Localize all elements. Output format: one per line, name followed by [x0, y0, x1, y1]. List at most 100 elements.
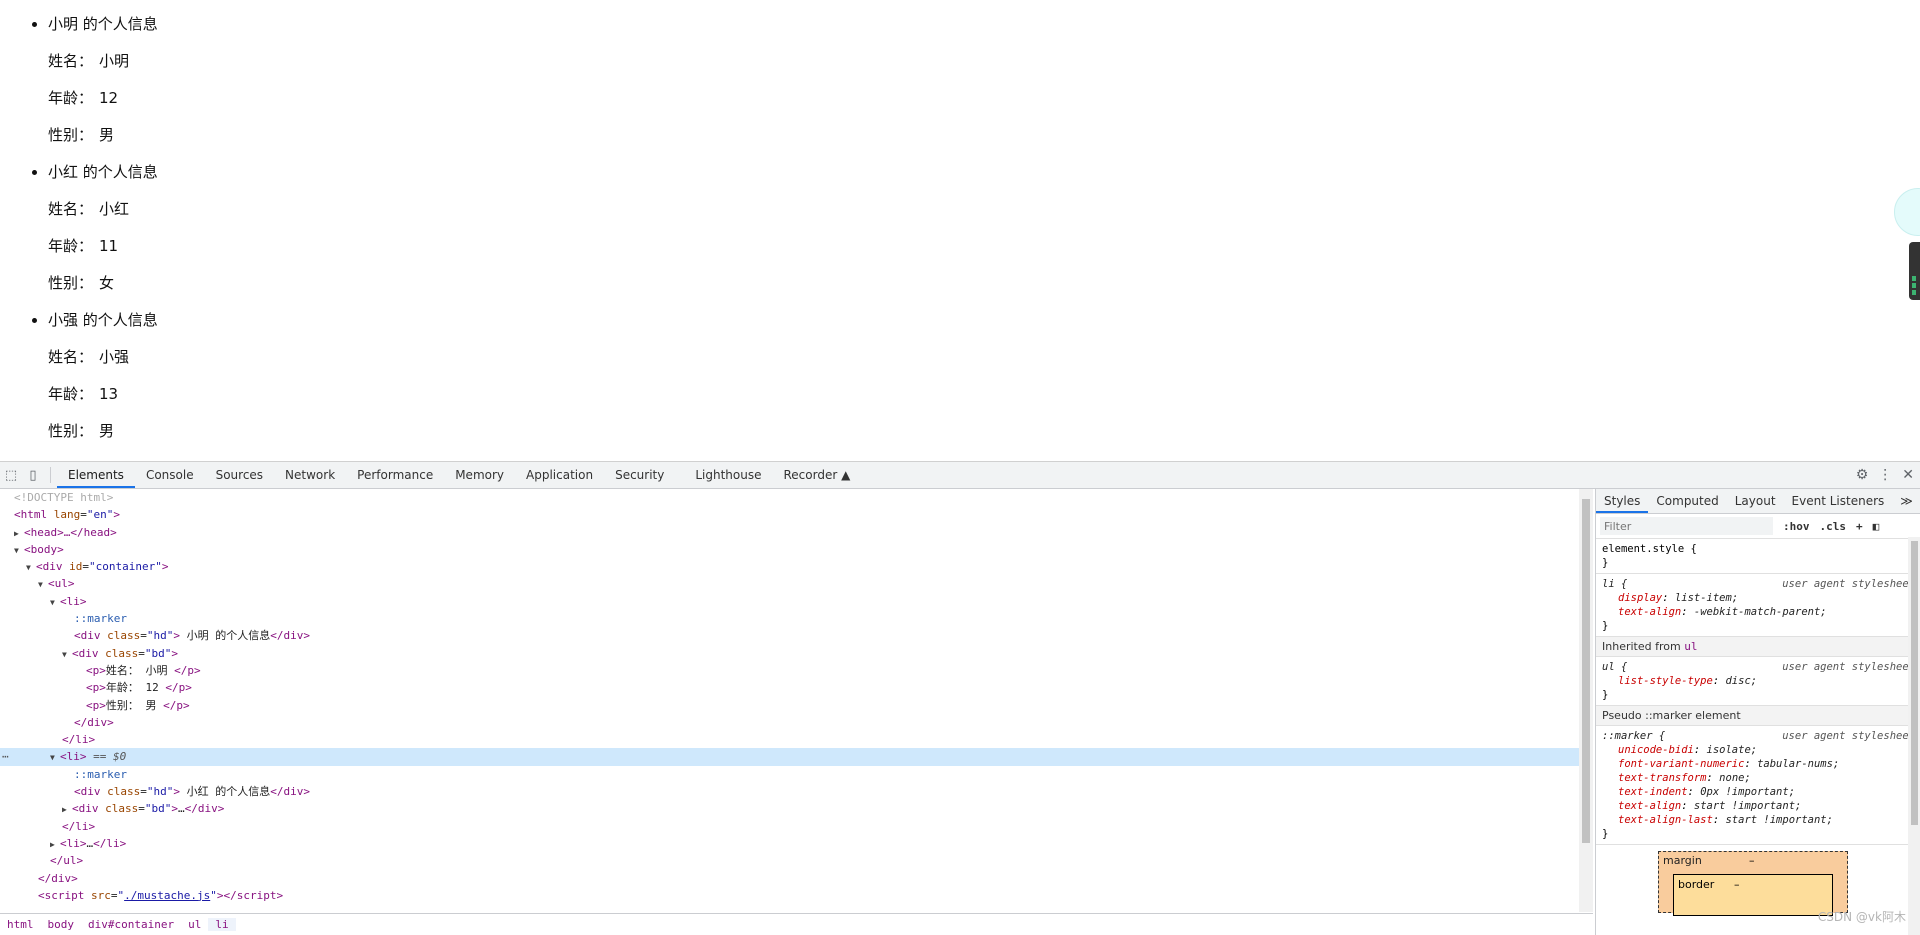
dom-node-div-close[interactable]: </div>	[0, 714, 1579, 731]
marker-rule[interactable]: ::marker { user agent stylesheet unicode…	[1596, 726, 1920, 845]
collapse-triangle-icon[interactable]: ▼	[26, 559, 36, 576]
dom-node-container[interactable]: ▼ <div id="container">	[0, 558, 1579, 575]
dom-node-body[interactable]: ▼ <body>	[0, 541, 1579, 558]
scrollbar-thumb[interactable]	[1582, 499, 1590, 843]
dom-node-bd-collapsed[interactable]: ▶ <div class="bd">…</div>	[0, 800, 1579, 817]
age-row: 年龄： 11	[48, 234, 1920, 259]
breadcrumb-ul[interactable]: ul	[181, 918, 208, 931]
dom-node-doctype[interactable]: <!DOCTYPE html>	[0, 489, 1579, 506]
breadcrumb-li[interactable]: li	[208, 918, 236, 931]
ul-rule[interactable]: ul { user agent stylesheet list-style-ty…	[1596, 657, 1920, 706]
breadcrumb: html body div#container ul li	[0, 913, 1593, 935]
dom-node-li-close[interactable]: </li>	[0, 731, 1579, 748]
more-tabs-chevron-icon[interactable]: ≫	[1892, 489, 1920, 513]
dom-node-script[interactable]: <script src="./mustache.js"></script>	[0, 887, 1579, 904]
tab-security[interactable]: Security	[604, 462, 675, 488]
cls-toggle-button[interactable]: .cls	[1820, 520, 1847, 533]
dom-node-html[interactable]: <html lang="en">	[0, 506, 1579, 523]
element-style-rule[interactable]: element.style { }	[1596, 539, 1920, 574]
dom-node-p[interactable]: <p>年龄： 12 </p>	[0, 679, 1579, 696]
inherited-from-header: Inherited from ul	[1596, 637, 1920, 657]
tab-lighthouse[interactable]: Lighthouse	[684, 462, 772, 488]
tab-event-listeners[interactable]: Event Listeners	[1784, 489, 1893, 513]
css-property[interactable]: text-transform: none;	[1602, 771, 1915, 785]
tab-application[interactable]: Application	[515, 462, 604, 488]
tab-computed[interactable]: Computed	[1648, 489, 1726, 513]
scrollbar-thumb[interactable]	[1911, 541, 1918, 825]
dom-node-head[interactable]: ▶ <head>…</head>	[0, 524, 1579, 541]
side-widget-tab[interactable]	[1909, 242, 1920, 300]
collapse-triangle-icon[interactable]: ▼	[14, 542, 24, 559]
tab-recorder[interactable]: Recorder ▲	[773, 462, 862, 488]
css-property[interactable]: text-align: start !important;	[1602, 799, 1915, 813]
dom-node-ul[interactable]: ▼ <ul>	[0, 575, 1579, 592]
css-property[interactable]: text-align: -webkit-match-parent;	[1602, 605, 1915, 619]
inherited-tag-link[interactable]: ul	[1684, 640, 1697, 653]
margin-value[interactable]: –	[1749, 854, 1755, 867]
css-property[interactable]: display: list-item;	[1602, 591, 1915, 605]
dom-node-marker[interactable]: ::marker	[0, 610, 1579, 627]
dom-node-p[interactable]: <p>性别： 男 </p>	[0, 697, 1579, 714]
field-label: 年龄：	[48, 89, 94, 107]
tab-styles[interactable]: Styles	[1596, 489, 1649, 513]
dom-node-hd[interactable]: <div class="hd"> 小明 的个人信息</div>	[0, 627, 1579, 644]
tab-elements[interactable]: Elements	[57, 462, 135, 488]
dom-node-li-collapsed[interactable]: ▶ <li>…</li>	[0, 835, 1579, 852]
collapse-triangle-icon[interactable]: ▼	[50, 749, 60, 766]
gender-row: 性别： 男	[48, 123, 1920, 148]
collapse-triangle-icon[interactable]: ▼	[50, 594, 60, 611]
new-rule-button[interactable]: +	[1856, 520, 1863, 533]
css-property[interactable]: font-variant-numeric: tabular-nums;	[1602, 757, 1915, 771]
person-header: 小强 的个人信息	[48, 311, 158, 329]
css-property[interactable]: text-align-last: start !important;	[1602, 813, 1915, 827]
dom-node-li-selected[interactable]: ⋯ ▼ <li> == $0	[0, 748, 1579, 766]
script-src-link[interactable]: ./mustache.js	[124, 889, 210, 902]
dom-node-li-close[interactable]: </li>	[0, 818, 1579, 835]
tab-sources[interactable]: Sources	[205, 462, 274, 488]
css-property[interactable]: unicode-bidi: isolate;	[1602, 743, 1915, 757]
dom-node-marker[interactable]: ::marker	[0, 766, 1579, 783]
collapse-triangle-icon[interactable]: ▼	[38, 576, 48, 593]
close-icon[interactable]: ✕	[1902, 467, 1914, 483]
styles-scrollbar[interactable]	[1908, 537, 1920, 935]
toggle-sidebar-icon[interactable]: ◧	[1873, 520, 1880, 533]
tab-console[interactable]: Console	[135, 462, 205, 488]
css-property[interactable]: list-style-type: disc;	[1602, 674, 1915, 688]
dom-node-p[interactable]: <p>姓名： 小明 </p>	[0, 662, 1579, 679]
dom-node-div-close[interactable]: </div>	[0, 870, 1579, 887]
css-property[interactable]: text-indent: 0px !important;	[1602, 785, 1915, 799]
tab-performance[interactable]: Performance	[346, 462, 444, 488]
inspect-element-icon[interactable]: ⬚	[0, 462, 22, 488]
expand-triangle-icon[interactable]: ▶	[62, 801, 72, 818]
person-header: 小明 的个人信息	[48, 15, 158, 33]
field-value: 小强	[99, 348, 130, 366]
gender-row: 性别： 女	[48, 271, 1920, 296]
node-actions-icon[interactable]: ⋯	[2, 748, 9, 765]
dom-node-hd[interactable]: <div class="hd"> 小红 的个人信息</div>	[0, 783, 1579, 800]
more-options-icon[interactable]: ⋮	[1878, 467, 1892, 483]
page-viewport: 小明 的个人信息 姓名：小明 年龄：12 性别：男 小红 的个人信息 姓名：小红…	[0, 0, 1920, 461]
expand-triangle-icon[interactable]: ▶	[50, 836, 60, 853]
border-value[interactable]: –	[1734, 878, 1740, 891]
li-rule[interactable]: li { user agent stylesheet display: list…	[1596, 574, 1920, 637]
tab-layout[interactable]: Layout	[1727, 489, 1784, 513]
field-value: 13	[99, 385, 119, 403]
styles-filter-input[interactable]	[1600, 517, 1773, 535]
field-label: 性别：	[48, 422, 94, 440]
devtools-panel: ⬚ ▯ Elements Console Sources Network Per…	[0, 461, 1920, 935]
expand-triangle-icon[interactable]: ▶	[14, 525, 24, 542]
dom-node-ul-close[interactable]: </ul>	[0, 852, 1579, 869]
dom-node-li[interactable]: ▼ <li>	[0, 593, 1579, 610]
breadcrumb-body[interactable]: body	[41, 918, 82, 931]
breadcrumb-container[interactable]: div#container	[81, 918, 181, 931]
tab-network[interactable]: Network	[274, 462, 346, 488]
collapse-triangle-icon[interactable]: ▼	[62, 646, 72, 663]
dom-node-bd[interactable]: ▼ <div class="bd">	[0, 645, 1579, 662]
device-toolbar-icon[interactable]: ▯	[22, 462, 44, 488]
dom-scrollbar[interactable]	[1579, 489, 1593, 912]
settings-gear-icon[interactable]: ⚙	[1856, 467, 1869, 483]
hov-toggle-button[interactable]: :hov	[1783, 520, 1810, 533]
tab-memory[interactable]: Memory	[444, 462, 515, 488]
rule-close: }	[1602, 557, 1609, 569]
breadcrumb-html[interactable]: html	[0, 918, 41, 931]
